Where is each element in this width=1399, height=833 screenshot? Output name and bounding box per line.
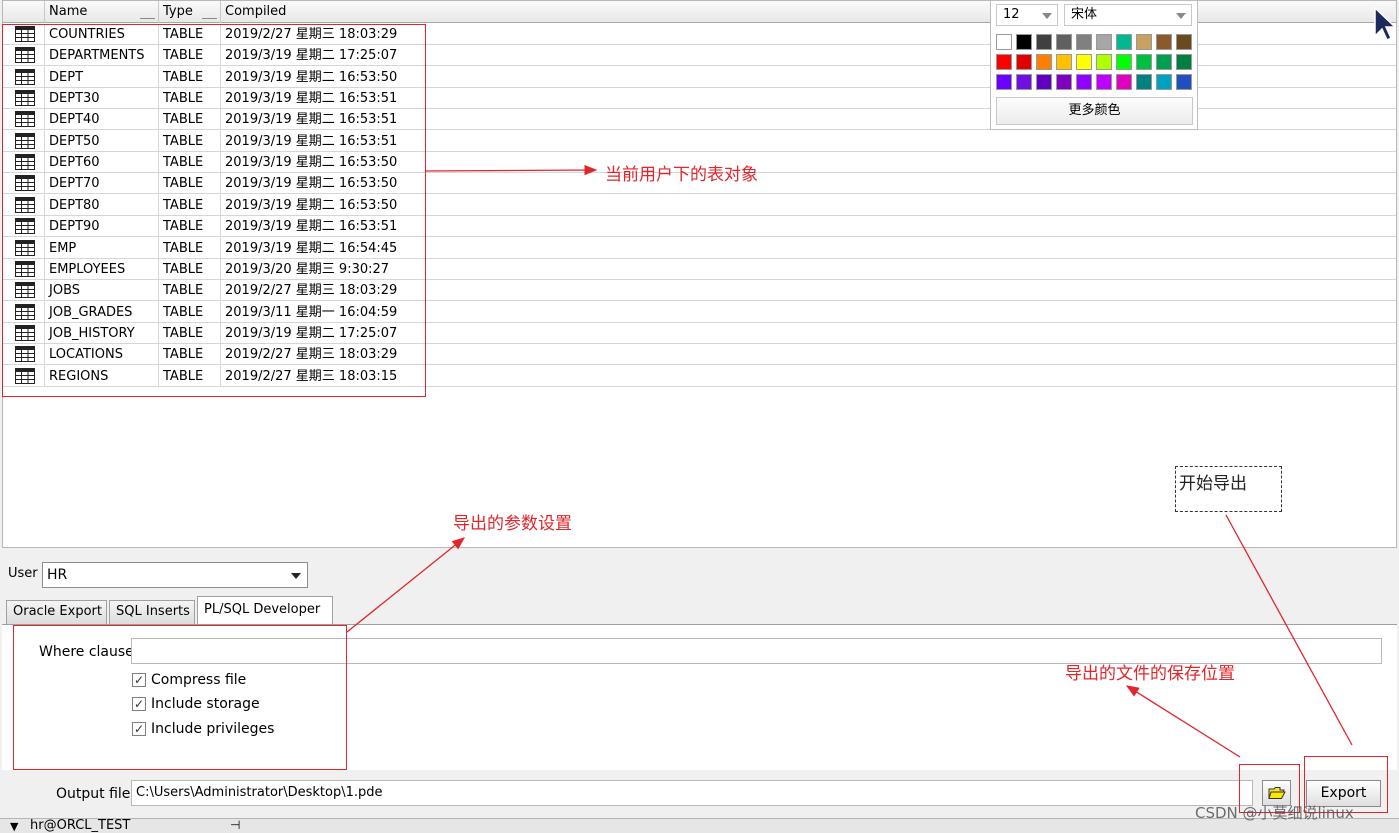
color-swatch[interactable] (996, 54, 1012, 70)
chevron-down-icon (291, 573, 301, 579)
color-swatch[interactable] (1076, 74, 1092, 90)
color-swatch[interactable] (1156, 54, 1172, 70)
pin-icon[interactable]: ⊣ (230, 818, 240, 832)
color-swatch[interactable] (1036, 74, 1052, 90)
color-swatch[interactable] (996, 74, 1012, 90)
watermark: CSDN @小莫细说linux (1195, 804, 1354, 822)
annotation-save-location: 导出的文件的保存位置 (1065, 664, 1235, 684)
column-header-name[interactable]: Name (45, 1, 159, 23)
color-swatch[interactable] (1136, 34, 1152, 50)
color-swatch[interactable] (1136, 74, 1152, 90)
color-swatch[interactable] (1176, 54, 1192, 70)
annotation-params: 导出的参数设置 (453, 514, 572, 534)
color-swatch[interactable] (1056, 54, 1072, 70)
params-highlight-box (13, 625, 347, 770)
column-header-type-label: Type (163, 4, 193, 19)
font-name-value: 宋体 (1071, 7, 1098, 22)
column-header-compiled-label: Compiled (225, 4, 287, 19)
more-colors-button[interactable]: 更多颜色 (996, 97, 1193, 125)
chevron-down-icon (1176, 13, 1186, 19)
color-swatch[interactable] (1056, 34, 1072, 50)
font-color-popup: 12 宋体 更多颜色 (990, 0, 1198, 130)
mouse-cursor-icon (1374, 6, 1395, 42)
color-swatch[interactable] (1176, 34, 1192, 50)
color-swatch[interactable] (1036, 54, 1052, 70)
color-swatch[interactable] (1176, 74, 1192, 90)
column-header-name-label: Name (49, 4, 88, 19)
user-label: User (8, 566, 38, 581)
color-swatch[interactable] (1076, 54, 1092, 70)
tab-sql-inserts[interactable]: SQL Inserts (109, 600, 195, 624)
color-swatch[interactable] (1156, 74, 1172, 90)
annotation-tables: 当前用户下的表对象 (605, 165, 758, 185)
color-swatch[interactable] (1016, 34, 1032, 50)
output-file-label: Output file (56, 786, 131, 802)
connection-label: hr@ORCL_TEST (30, 818, 131, 833)
output-file-input[interactable]: C:\Users\Administrator\Desktop\1.pde (131, 780, 1253, 806)
user-select-value: HR (47, 567, 68, 583)
color-swatch[interactable] (1096, 54, 1112, 70)
grid-header-icon-col (3, 1, 45, 23)
column-header-type[interactable]: Type (159, 1, 221, 23)
chevron-down-icon (1042, 13, 1052, 19)
font-size-combo[interactable]: 12 (996, 4, 1058, 26)
color-swatch[interactable] (1016, 54, 1032, 70)
color-swatch[interactable] (1116, 74, 1132, 90)
color-swatch[interactable] (1036, 34, 1052, 50)
color-swatch[interactable] (996, 34, 1012, 50)
tab-oracle-export[interactable]: Oracle Export (6, 600, 107, 624)
font-size-value: 12 (1003, 7, 1020, 22)
tables-highlight-box (2, 24, 426, 397)
expand-icon[interactable]: ▼ (10, 820, 18, 833)
color-swatch[interactable] (1096, 34, 1112, 50)
color-swatch[interactable] (1116, 34, 1132, 50)
color-swatch[interactable] (1116, 54, 1132, 70)
tab-plsql-developer[interactable]: PL/SQL Developer (197, 596, 333, 625)
column-header-compiled[interactable]: Compiled (221, 1, 1396, 23)
color-swatch[interactable] (1136, 54, 1152, 70)
color-swatch[interactable] (1056, 74, 1072, 90)
annotation-start-export: 开始导出 (1179, 474, 1247, 494)
font-name-combo[interactable]: 宋体 (1064, 4, 1192, 26)
color-swatch[interactable] (1016, 74, 1032, 90)
user-select[interactable]: HR (42, 562, 308, 588)
color-swatch[interactable] (1156, 34, 1172, 50)
color-swatch[interactable] (1076, 34, 1092, 50)
color-swatch[interactable] (1096, 74, 1112, 90)
status-bar: ▼ hr@ORCL_TEST ⊣ (0, 818, 1399, 833)
